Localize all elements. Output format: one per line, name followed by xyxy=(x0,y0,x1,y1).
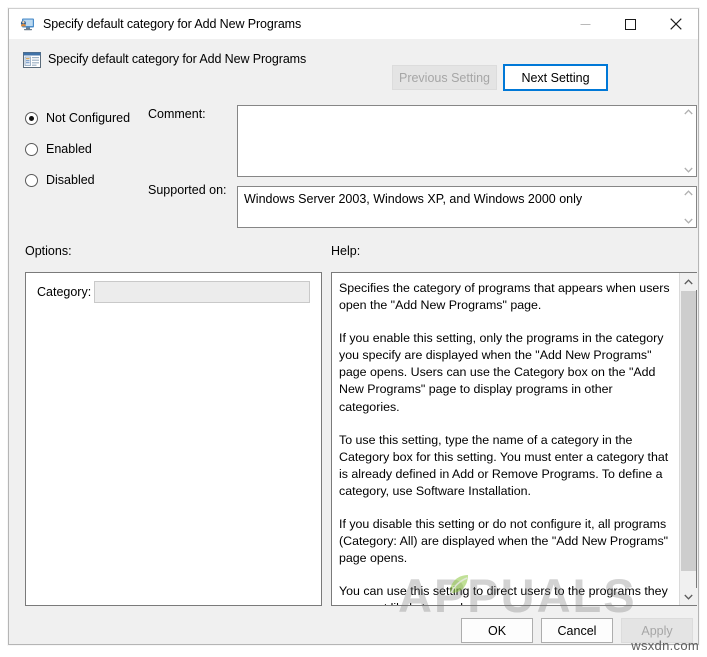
caption-buttons xyxy=(563,9,698,39)
chevron-up-icon[interactable] xyxy=(683,109,693,115)
supported-on-value: Windows Server 2003, Windows XP, and Win… xyxy=(244,192,583,206)
close-icon[interactable] xyxy=(653,9,698,39)
setting-title: Specify default category for Add New Pro… xyxy=(48,52,307,66)
minimize-icon[interactable] xyxy=(563,9,608,39)
policy-user-monitor-icon xyxy=(19,16,35,32)
help-heading: Help: xyxy=(331,244,361,258)
comment-value[interactable] xyxy=(238,106,680,176)
ok-button[interactable]: OK xyxy=(461,618,533,643)
help-scrollbar-thumb[interactable] xyxy=(681,291,696,571)
radio-not-configured-indicator[interactable] xyxy=(25,111,38,125)
radio-disabled-indicator[interactable] xyxy=(25,173,38,187)
cancel-button[interactable]: Cancel xyxy=(541,618,613,643)
radio-not-configured[interactable]: Not Configured xyxy=(25,107,130,129)
previous-setting-button[interactable]: Previous Setting xyxy=(392,65,497,90)
help-paragraph: If you disable this setting or do not co… xyxy=(339,517,669,566)
window-title: Specify default category for Add New Pro… xyxy=(43,17,302,31)
comment-scrollbar[interactable] xyxy=(680,106,696,176)
chevron-down-icon[interactable] xyxy=(680,588,697,605)
comment-label: Comment: xyxy=(148,107,206,121)
group-policy-setting-icon xyxy=(22,50,42,70)
chevron-down-icon[interactable] xyxy=(683,167,693,173)
help-paragraph: If you enable this setting, only the pro… xyxy=(339,331,664,414)
radio-enabled[interactable]: Enabled xyxy=(25,138,130,160)
help-panel: Specifies the category of programs that … xyxy=(331,272,697,606)
supported-on-scrollbar[interactable] xyxy=(680,187,696,227)
screenshot-root: Specify default category for Add New Pro… xyxy=(0,0,707,657)
radio-enabled-indicator[interactable] xyxy=(25,142,38,156)
title-bar: Specify default category for Add New Pro… xyxy=(9,9,698,39)
wsxdn-watermark: wsxdn.com xyxy=(631,638,699,653)
options-heading: Options: xyxy=(25,244,72,258)
help-text: Specifies the category of programs that … xyxy=(332,273,679,605)
chevron-down-icon[interactable] xyxy=(683,218,693,224)
chevron-up-icon[interactable] xyxy=(680,273,697,290)
maximize-icon[interactable] xyxy=(608,9,653,39)
comment-textbox[interactable] xyxy=(237,105,697,177)
category-label: Category: xyxy=(37,285,92,299)
help-paragraph: To use this setting, type the name of a … xyxy=(339,432,669,498)
next-setting-button[interactable]: Next Setting xyxy=(503,64,608,91)
supported-on-textbox: Windows Server 2003, Windows XP, and Win… xyxy=(237,186,697,228)
radio-disabled[interactable]: Disabled xyxy=(25,169,130,191)
category-input[interactable] xyxy=(94,281,310,303)
dialog-window: Specify default category for Add New Pro… xyxy=(8,8,699,645)
help-scrollbar[interactable] xyxy=(679,273,697,605)
radio-enabled-label: Enabled xyxy=(46,142,92,156)
supported-on-label: Supported on: xyxy=(148,183,227,197)
help-paragraph: Specifies the category of programs that … xyxy=(339,281,670,313)
chevron-up-icon[interactable] xyxy=(683,190,693,196)
help-paragraph: You can use this setting to direct users… xyxy=(339,584,668,605)
radio-not-configured-label: Not Configured xyxy=(46,111,131,125)
options-panel: Category: xyxy=(25,272,322,606)
configuration-state-group: Not Configured Enabled Disabled xyxy=(25,107,130,200)
radio-disabled-label: Disabled xyxy=(46,173,95,187)
